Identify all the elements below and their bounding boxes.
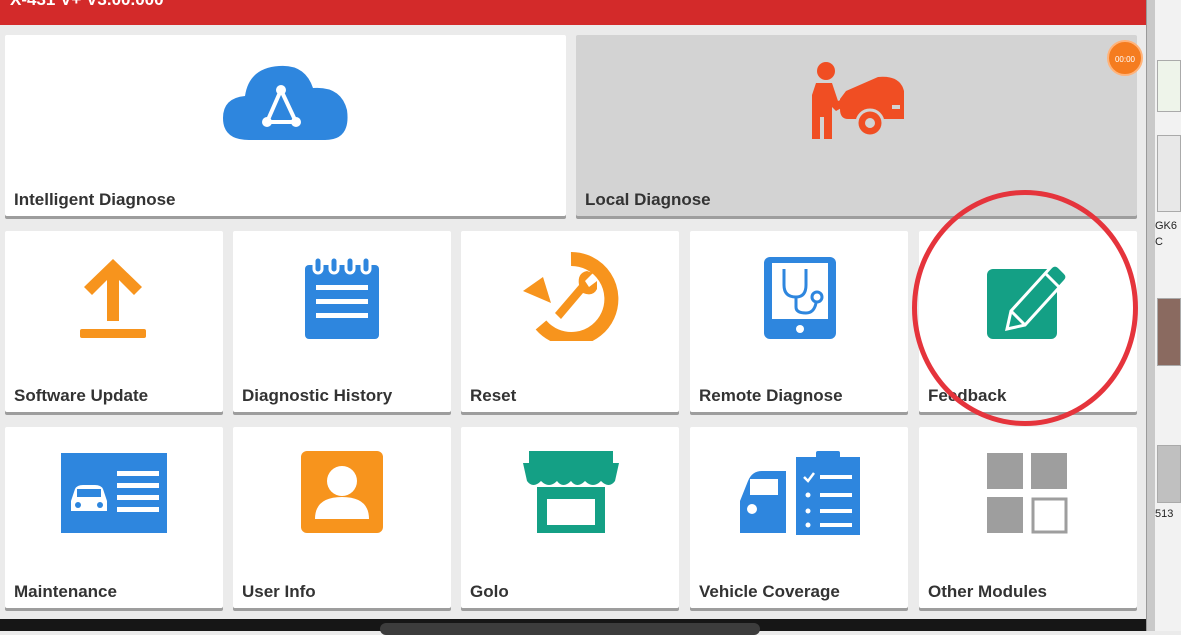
app-title: X-431 V+ V3.00.000 (10, 0, 164, 9)
tile-user-info[interactable]: User Info (233, 427, 451, 608)
tile-label: Diagnostic History (242, 386, 393, 405)
pencil-edit-icon (987, 263, 1069, 339)
tile-label: Feedback (928, 386, 1007, 405)
main-grid: Intelligent Diagnose 00:00 Local Diagnos… (0, 25, 1146, 619)
tile-label: Other Modules (928, 582, 1048, 601)
side-text: GK6 (1155, 220, 1178, 232)
tile-local-diagnose[interactable]: 00:00 Local Diagnose (576, 35, 1143, 216)
tile-label: User Info (242, 582, 316, 601)
tile-label: Intelligent Diagnose (14, 190, 176, 209)
user-icon (301, 451, 383, 533)
tile-other-modules[interactable]: Other Modules (919, 427, 1137, 608)
desktop-side-strip: GK6 C 513 (1146, 0, 1181, 631)
car-checklist-icon (740, 451, 860, 535)
tile-label: Local Diagnose (585, 190, 711, 209)
tile-feedback[interactable]: Feedback (919, 231, 1137, 412)
tile-vehicle-coverage[interactable]: Vehicle Coverage (690, 427, 908, 608)
car-card-icon (61, 453, 167, 533)
timer-badge: 00:00 (1107, 40, 1143, 76)
tile-label: Software Update (14, 386, 149, 405)
tile-remote-diagnose[interactable]: Remote Diagnose (690, 231, 908, 412)
side-strip-border (1147, 0, 1155, 631)
tile-label: Vehicle Coverage (699, 582, 840, 601)
grid-modules-icon (987, 453, 1068, 534)
mechanic-car-icon (812, 62, 904, 139)
thumbnail (1157, 445, 1181, 503)
tile-software-update[interactable]: Software Update (5, 231, 223, 412)
upload-arrow-icon (80, 259, 146, 338)
notepad-icon (305, 255, 379, 339)
taskbar-pill[interactable] (380, 623, 760, 635)
tile-label: Maintenance (14, 582, 117, 601)
cloud-share-icon (223, 65, 348, 140)
thumbnail (1157, 298, 1181, 366)
tile-golo[interactable]: Golo (461, 427, 679, 608)
side-text: C (1155, 236, 1163, 248)
tile-diagnostic-history[interactable]: Diagnostic History (233, 231, 451, 412)
thumbnail (1157, 135, 1181, 212)
thumbnail (1157, 60, 1181, 112)
tile-reset[interactable]: Reset (461, 231, 679, 412)
bottom-taskbar (0, 619, 1146, 635)
tile-label: Reset (470, 386, 517, 405)
stethoscope-tablet-icon (764, 257, 836, 339)
tile-maintenance[interactable]: Maintenance (5, 427, 223, 608)
tile-label: Golo (470, 582, 509, 601)
title-bar: X-431 V+ V3.00.000 (0, 0, 1146, 25)
side-text: 513 (1155, 508, 1174, 520)
tile-label: Remote Diagnose (699, 386, 843, 405)
tile-intelligent-diagnose[interactable]: Intelligent Diagnose (5, 35, 566, 216)
wrench-reset-icon (523, 251, 619, 341)
store-icon (523, 451, 619, 533)
